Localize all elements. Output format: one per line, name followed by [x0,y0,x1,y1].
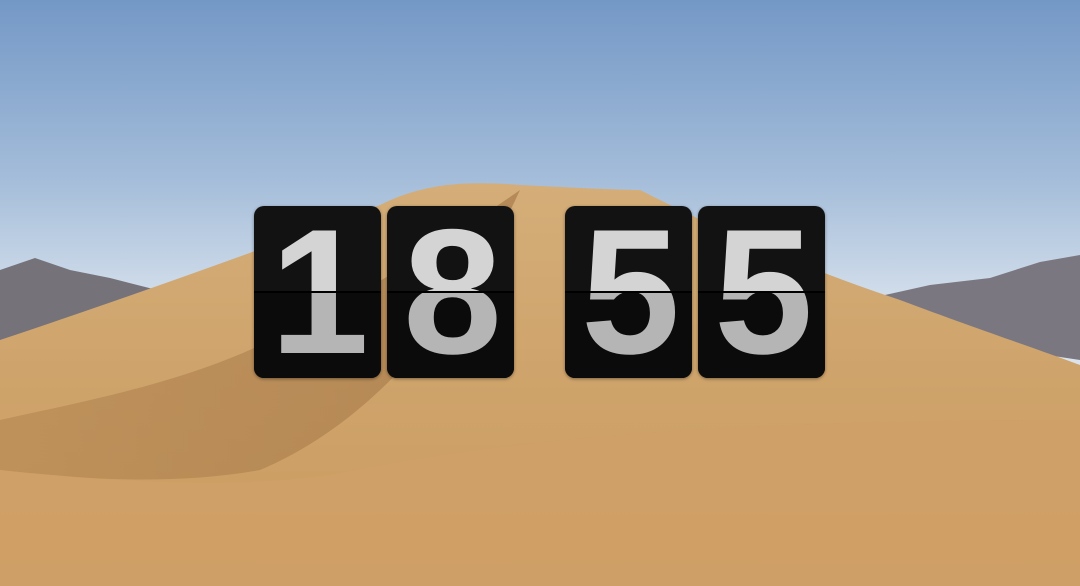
hour-tens-card: 1 1 [254,206,381,378]
desktop-wallpaper [0,0,1080,586]
hour-ones-card: 8 8 [387,206,514,378]
card-split-line [387,291,514,293]
minute-tens-card: 5 5 [565,206,692,378]
card-split-line [565,291,692,293]
minute-ones-card: 5 5 [698,206,825,378]
card-split-line [254,291,381,293]
card-split-line [698,291,825,293]
